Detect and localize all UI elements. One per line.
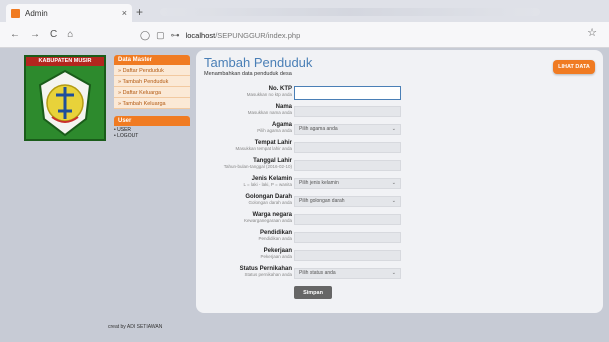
url-path: /SEPUNGGUR/index.php xyxy=(215,30,301,40)
field-label: Tanggal Lahir Tahun-bulan-tanggal (2016-0… xyxy=(223,158,292,169)
close-icon[interactable]: × xyxy=(122,8,127,18)
simpan-button[interactable]: Simpan xyxy=(294,286,332,299)
footer-credit: creat by ADI SETIAWAN xyxy=(108,324,163,330)
sidebar: Data Master » Daftar Penduduk » Tambah P… xyxy=(114,55,190,139)
golongan-darah-select[interactable]: Pilih golongan darah ⌄ xyxy=(294,196,401,207)
shield-icon: ◯ xyxy=(140,29,151,40)
logout-link[interactable]: • LOGOUT xyxy=(114,133,190,139)
emblem-icon xyxy=(38,69,92,137)
blurred-region xyxy=(160,8,540,16)
url-host: localhost xyxy=(185,30,216,40)
tab-title: Admin xyxy=(25,8,48,18)
field-label: Pendidikan Pendidikan anda xyxy=(258,230,292,241)
no-ktp-input[interactable] xyxy=(294,86,401,100)
main-panel: Tambah Penduduk Menambahkan data pendudu… xyxy=(196,50,603,313)
jenis-kelamin-select[interactable]: Pilih jenis kelamin ⌄ xyxy=(294,178,401,189)
pendidikan-input[interactable] xyxy=(294,232,401,243)
sidebar-item-tambah-penduduk[interactable]: » Tambah Penduduk xyxy=(114,76,190,87)
page-subtitle: Menambahkan data penduduk desa xyxy=(204,71,292,77)
tanggal-lahir-input[interactable] xyxy=(294,160,401,171)
forward-icon[interactable]: → xyxy=(30,29,40,40)
nama-input[interactable] xyxy=(294,106,401,117)
sidebar-item-daftar-penduduk[interactable]: » Daftar Penduduk xyxy=(114,65,190,76)
chevron-down-icon: ⌄ xyxy=(391,270,396,276)
field-label: Warga negara Kewarganegaraan anda xyxy=(243,212,292,223)
back-icon[interactable]: ← xyxy=(10,29,20,40)
browser-window: Admin × + ← → C ⌂ ◯ ▢ ⊶ localhost /SEPUN… xyxy=(0,0,609,342)
user-heading: User xyxy=(114,116,190,126)
tempat-lahir-input[interactable] xyxy=(294,142,401,153)
favicon-icon xyxy=(11,8,20,18)
form-row-warga-negara: Warga negara Kewarganegaraan anda xyxy=(196,212,603,230)
home-icon[interactable]: ⌂ xyxy=(67,29,73,40)
page-title: Tambah Penduduk xyxy=(204,55,313,70)
form-row-nama: Nama Masukkan nama anda xyxy=(196,104,603,122)
regency-logo: KABUPATEN MUSIR xyxy=(24,55,106,141)
form-row-agama: Agama Pilih agama anda Pilih agama anda ⌄ xyxy=(196,122,603,140)
form-row-tanggal-lahir: Tanggal Lahir Tahun-bulan-tanggal (2016-0… xyxy=(196,158,603,176)
agama-select[interactable]: Pilih agama anda ⌄ xyxy=(294,124,401,135)
tab-strip: Admin × + xyxy=(0,0,609,22)
form-row-golongan-darah: Golongan Darah Golongan darah anda Pilih … xyxy=(196,194,603,212)
address-bar[interactable]: ◯ ▢ ⊶ localhost /SEPUNGGUR/index.php xyxy=(140,27,560,43)
chevron-down-icon: ⌄ xyxy=(391,198,396,204)
field-label: Jenis Kelamin L = laki - laki, P = wanita xyxy=(243,176,292,187)
pekerjaan-input[interactable] xyxy=(294,250,401,261)
connection-icon: ⊶ xyxy=(170,29,180,40)
logo-title: KABUPATEN MUSIR xyxy=(26,57,104,66)
page-icon: ▢ xyxy=(156,29,165,40)
browser-toolbar: ← → C ⌂ ◯ ▢ ⊶ localhost /SEPUNGGUR/index… xyxy=(0,22,609,48)
form-row-pekerjaan: Pekerjaan Pekerjaan anda xyxy=(196,248,603,266)
tab-admin[interactable]: Admin × xyxy=(6,4,132,22)
nav-buttons: ← → C ⌂ xyxy=(10,29,73,40)
sidebar-item-tambah-keluarga[interactable]: » Tambah Keluarga xyxy=(114,98,190,109)
form-row-tempat-lahir: Tempat Lahir Masukkan tempat lahir anda xyxy=(196,140,603,158)
chevron-down-icon: ⌄ xyxy=(391,126,396,132)
field-label: Agama Pilih agama anda xyxy=(257,122,292,133)
field-label: Tempat Lahir Masukkan tempat lahir anda xyxy=(235,140,292,151)
form-row-jenis-kelamin: Jenis Kelamin L = laki - laki, P = wanita… xyxy=(196,176,603,194)
chevron-down-icon: ⌄ xyxy=(391,180,396,186)
status-pernikahan-select[interactable]: Pilih status anda ⌄ xyxy=(294,268,401,279)
field-label: Pekerjaan Pekerjaan anda xyxy=(260,248,292,259)
reload-icon[interactable]: C xyxy=(50,29,57,40)
field-label: Golongan Darah Golongan darah anda xyxy=(245,194,292,205)
data-master-heading: Data Master xyxy=(114,55,190,65)
web-page: KABUPATEN MUSIR Data Master » Daftar Pen… xyxy=(0,48,609,342)
lihat-data-button[interactable]: LIHAT DATA xyxy=(553,60,595,74)
bookmark-star-icon[interactable]: ☆ xyxy=(587,26,597,39)
new-tab-button[interactable]: + xyxy=(136,5,143,19)
user-links: • USER • LOGOUT xyxy=(114,127,190,139)
field-label: Nama Masukkan nama anda xyxy=(247,104,292,115)
field-label: No. KTP Masukkan no ktp anda xyxy=(246,86,292,97)
field-label: Status Pernikahan Status pernikahan anda xyxy=(239,266,292,277)
form-row-pendidikan: Pendidikan Pendidikan anda xyxy=(196,230,603,248)
warga-negara-input[interactable] xyxy=(294,214,401,225)
form-row-no-ktp: No. KTP Masukkan no ktp anda xyxy=(196,86,603,104)
sidebar-item-daftar-keluarga[interactable]: » Daftar Keluarga xyxy=(114,87,190,98)
form-row-status-pernikahan: Status Pernikahan Status pernikahan anda … xyxy=(196,266,603,284)
